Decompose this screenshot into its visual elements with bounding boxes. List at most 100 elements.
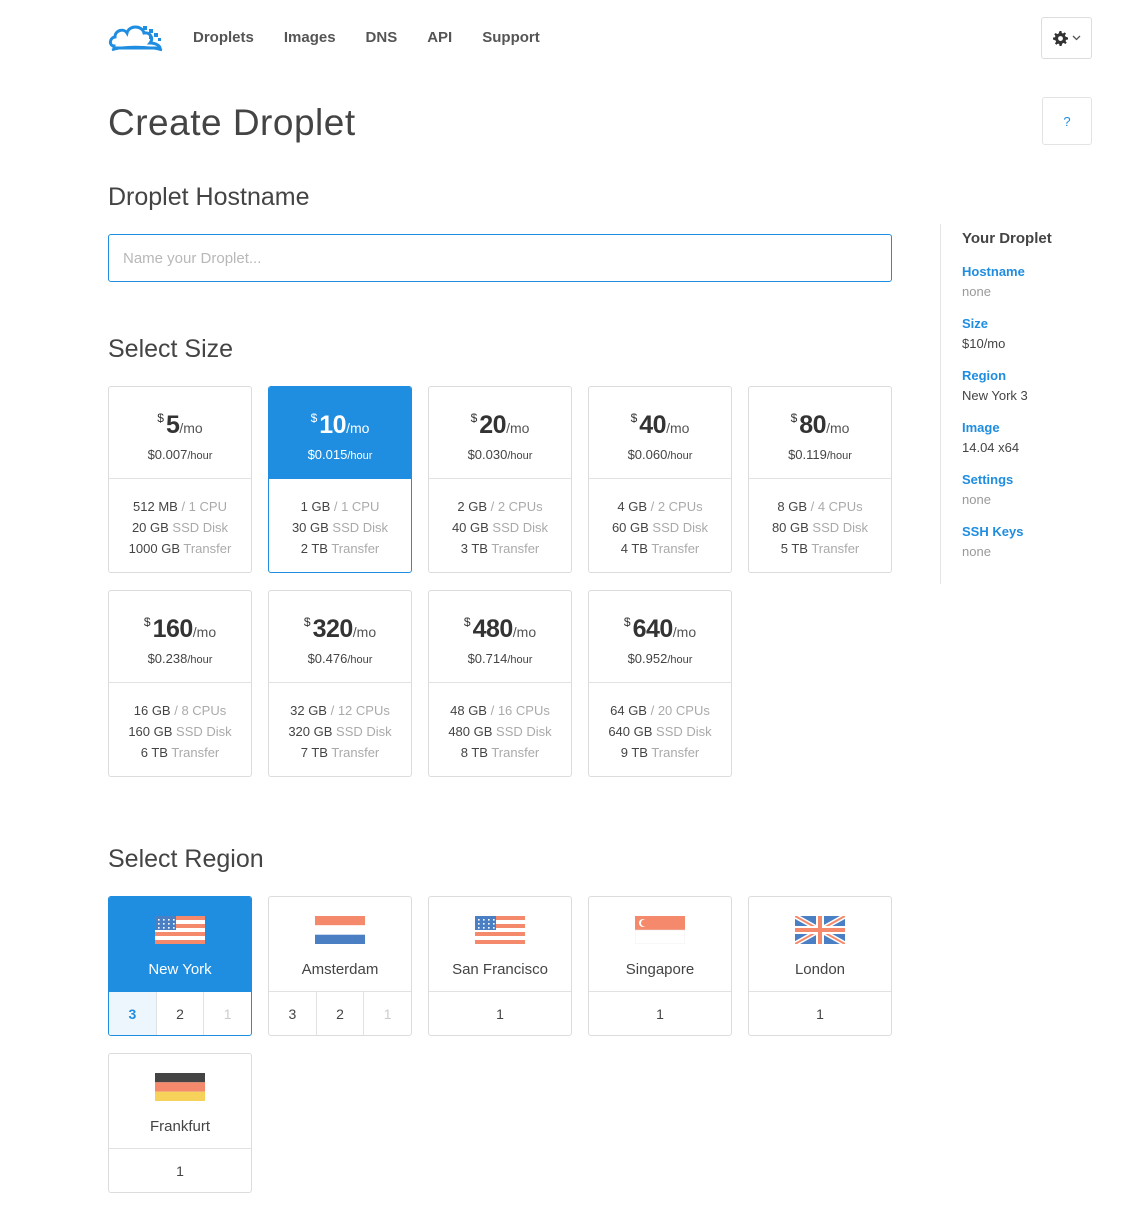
size-card[interactable]: $160/mo $0.238/hour 16 GB / 8 CPUs 160 GB S… bbox=[108, 590, 252, 777]
netherlands-flag-icon bbox=[315, 916, 365, 948]
spec-label: Transfer bbox=[168, 745, 219, 760]
spec-unit: Transfer bbox=[171, 745, 220, 760]
region-card-header[interactable]: Frankfurt bbox=[109, 1054, 251, 1149]
region-card[interactable]: San Francisco 1 bbox=[428, 896, 572, 1036]
region-card-header[interactable]: London bbox=[749, 897, 891, 992]
spec-transfer: 4 TB Transfer bbox=[589, 538, 731, 559]
datacenter-option[interactable]: 3 bbox=[109, 992, 157, 1035]
region-heading: Select Region bbox=[108, 845, 264, 873]
region-card-header[interactable]: San Francisco bbox=[429, 897, 571, 992]
size-card[interactable]: $10/mo $0.015/hour 1 GB / 1 CPU 30 GB SSD D… bbox=[268, 386, 412, 573]
per-month-label: /mo bbox=[352, 624, 377, 640]
datacenter-option[interactable]: 2 bbox=[157, 992, 205, 1035]
size-card[interactable]: $5/mo $0.007/hour 512 MB / 1 CPU 20 GB SSD … bbox=[108, 386, 252, 573]
spec-label: SSD Disk bbox=[489, 520, 548, 535]
region-card-header[interactable]: Amsterdam bbox=[269, 897, 411, 992]
region-name: Singapore bbox=[625, 961, 695, 978]
hourly-amount: $0.714 bbox=[467, 651, 508, 666]
datacenter-options: 32 1 bbox=[109, 992, 251, 1035]
spec-unit: SSD Disk bbox=[172, 520, 229, 535]
datacenter-option[interactable]: 2 bbox=[317, 992, 365, 1035]
size-card[interactable]: $640/mo $0.952/hour 64 GB / 20 CPUs 640 GB … bbox=[588, 590, 732, 777]
spec-disk: 320 GB SSD Disk bbox=[269, 721, 411, 742]
per-hour-label: /hour bbox=[187, 654, 213, 666]
spec-transfer: 6 TB Transfer bbox=[109, 742, 251, 763]
spec-label: SSD Disk bbox=[172, 724, 232, 739]
spec-label: / 8 CPUs bbox=[170, 703, 227, 718]
size-card-specs: 32 GB / 12 CPUs 320 GB SSD Disk 7 TB Trans… bbox=[269, 683, 411, 763]
spec-value: 7 TB bbox=[300, 745, 328, 760]
hourly-amount: $0.030 bbox=[467, 447, 508, 462]
region-card-header[interactable]: New York bbox=[109, 897, 251, 992]
spec-unit: 4 CPUs bbox=[817, 499, 863, 514]
spec-label: SSD Disk bbox=[809, 520, 868, 535]
datacenter-option[interactable]: 1 bbox=[429, 992, 571, 1035]
summary-label: Settings bbox=[962, 472, 1014, 487]
summary-item: Image 14.04 x64 bbox=[962, 420, 1100, 455]
spec-memory-cpu: 8 GB / 4 CPUs bbox=[749, 496, 891, 517]
spec-label: Transfer bbox=[328, 541, 379, 556]
region-card[interactable]: London 1 bbox=[748, 896, 892, 1036]
per-hour-label: /hour bbox=[667, 654, 693, 666]
hourly-price: $0.952/hour bbox=[589, 651, 731, 666]
nav-droplets[interactable]: Droplets bbox=[193, 29, 254, 46]
spec-value: 8 TB bbox=[460, 745, 488, 760]
spec-unit: Transfer bbox=[491, 541, 540, 556]
spec-unit: SSD Disk bbox=[656, 724, 712, 739]
currency-symbol: $ bbox=[790, 411, 798, 425]
spec-disk: 40 GB SSD Disk bbox=[429, 517, 571, 538]
hourly-price: $0.476/hour bbox=[269, 651, 411, 666]
spec-disk: 60 GB SSD Disk bbox=[589, 517, 731, 538]
region-card[interactable]: Singapore 1 bbox=[588, 896, 732, 1036]
region-card[interactable]: New York 3 2 1 bbox=[108, 896, 252, 1036]
nav-api[interactable]: API bbox=[427, 29, 452, 46]
settings-button[interactable] bbox=[1041, 17, 1092, 59]
size-card[interactable]: $320/mo $0.476/hour 32 GB / 12 CPUs 320 GB … bbox=[268, 590, 412, 777]
summary-item: Settings none bbox=[962, 472, 1100, 507]
size-card-specs: 512 MB / 1 CPU 20 GB SSD Disk 1000 GB Tran… bbox=[109, 479, 251, 559]
hostname-input[interactable] bbox=[108, 234, 892, 282]
spec-unit: 2 CPUs bbox=[657, 499, 703, 514]
region-card[interactable]: Amsterdam 3 2 1 bbox=[268, 896, 412, 1036]
datacenter-option[interactable]: 1 bbox=[589, 992, 731, 1035]
size-card[interactable]: $20/mo $0.030/hour 2 GB / 2 CPUs 40 GB SSD … bbox=[428, 386, 572, 573]
spec-label: SSD Disk bbox=[169, 520, 228, 535]
size-heading: Select Size bbox=[108, 335, 234, 363]
per-month-label: /mo bbox=[826, 420, 850, 436]
spec-value: 32 GB bbox=[290, 703, 327, 718]
spec-memory-cpu: 512 MB / 1 CPU bbox=[109, 496, 251, 517]
spec-transfer: 7 TB Transfer bbox=[269, 742, 411, 763]
spec-label: / 20 CPUs bbox=[646, 703, 710, 718]
datacenter-option: 1 bbox=[223, 1006, 232, 1022]
size-card-specs: 2 GB / 2 CPUs 40 GB SSD Disk 3 TB Transfer bbox=[429, 479, 571, 559]
spec-label: / 2 CPUs bbox=[486, 499, 543, 514]
summary-label: Size bbox=[962, 316, 989, 331]
size-card[interactable]: $480/mo $0.714/hour 48 GB / 16 CPUs 480 GB … bbox=[428, 590, 572, 777]
currency-symbol: $ bbox=[630, 411, 638, 425]
size-card[interactable]: $40/mo $0.060/hour 4 GB / 2 CPUs 60 GB SSD … bbox=[588, 386, 732, 573]
spec-value: 2 GB bbox=[457, 499, 487, 514]
help-button[interactable]: ? bbox=[1042, 97, 1092, 145]
region-name: Amsterdam bbox=[301, 961, 379, 978]
nav-images[interactable]: Images bbox=[284, 29, 336, 46]
region-card[interactable]: Frankfurt 1 bbox=[108, 1053, 252, 1193]
datacenter-option[interactable]: 3 bbox=[269, 992, 317, 1035]
spec-value: 20 GB bbox=[131, 520, 169, 535]
digitalocean-logo-icon[interactable] bbox=[108, 20, 164, 54]
per-hour-label: /hour bbox=[187, 450, 213, 462]
currency-symbol: $ bbox=[463, 615, 471, 629]
datacenter-option[interactable]: 1 bbox=[749, 992, 891, 1035]
datacenter-options: 1 bbox=[429, 992, 571, 1035]
region-card-header[interactable]: Singapore bbox=[589, 897, 731, 992]
nav-support[interactable]: Support bbox=[482, 29, 540, 46]
size-card-specs: 4 GB / 2 CPUs 60 GB SSD Disk 4 TB Transfer bbox=[589, 479, 731, 559]
datacenter-option[interactable]: 1 bbox=[109, 1149, 251, 1192]
price-amount: 480 bbox=[472, 615, 514, 643]
currency-symbol: $ bbox=[157, 411, 164, 425]
size-card[interactable]: $80/mo $0.119/hour 8 GB / 4 CPUs 80 GB SSD … bbox=[748, 386, 892, 573]
nav-dns[interactable]: DNS bbox=[366, 29, 398, 46]
monthly-price: $160/mo bbox=[109, 616, 251, 642]
hostname-heading: Droplet Hostname bbox=[108, 183, 310, 211]
spec-label: / 2 CPUs bbox=[646, 499, 703, 514]
spec-label: / 16 CPUs bbox=[486, 703, 550, 718]
